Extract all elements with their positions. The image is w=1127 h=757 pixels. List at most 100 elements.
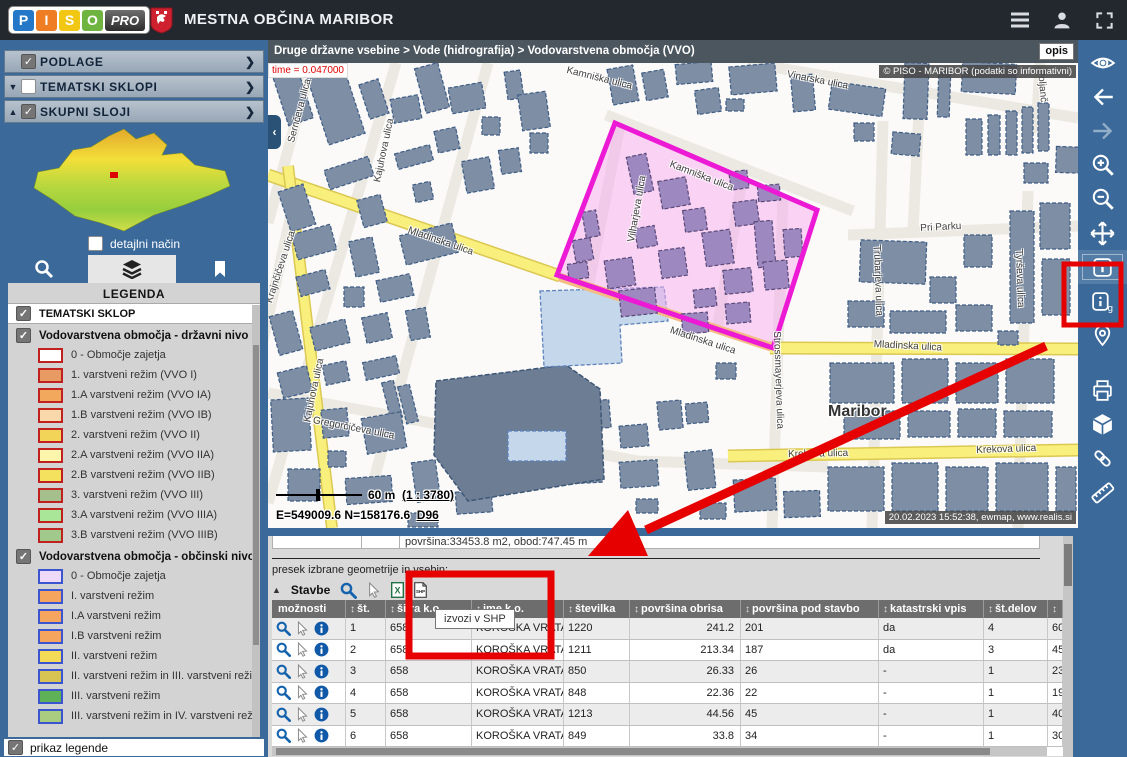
col-st[interactable]: ↕št. — [346, 600, 386, 618]
scale-ratio[interactable]: (1 : 3780) — [402, 488, 454, 502]
cell-povrsina-pod-stavbo: 201 — [741, 618, 879, 639]
show-legend-checkbox[interactable] — [8, 740, 23, 755]
zoom-out-icon[interactable] — [1078, 182, 1127, 216]
fullscreen-icon[interactable] — [1093, 9, 1115, 31]
expander-icon[interactable]: ▼ — [5, 82, 21, 92]
location-pin-icon[interactable] — [1078, 318, 1127, 352]
group-select-icon[interactable] — [367, 582, 381, 598]
group-zoom-icon[interactable] — [340, 582, 357, 599]
sidebar-collapse-button[interactable]: ‹ — [268, 115, 281, 149]
skupni-checkbox[interactable] — [21, 104, 36, 119]
tematski-checkbox[interactable] — [21, 79, 36, 94]
logo-letter: I — [36, 10, 57, 31]
row-zoom-icon[interactable] — [276, 685, 291, 700]
zoom-in-icon[interactable] — [1078, 148, 1127, 182]
export-xls-icon[interactable]: X — [391, 582, 404, 598]
table-header-row: možnosti ↕št. ↕šifra k.o. ↕ime k.o. ↕šte… — [272, 600, 1063, 618]
row-zoom-icon[interactable] — [276, 621, 291, 636]
logo-letter: P — [13, 10, 34, 31]
legend-item-label: II. varstveni režim — [71, 650, 157, 662]
user-icon[interactable] — [1051, 9, 1073, 31]
row-zoom-icon[interactable] — [276, 728, 291, 743]
row-zoom-icon[interactable] — [276, 664, 291, 679]
accordion-label: PODLAGE — [40, 55, 245, 69]
row-info-icon[interactable] — [314, 685, 329, 700]
scale-bar: 60 m (1 : 3780) — [276, 488, 454, 502]
opis-button[interactable]: opis — [1039, 43, 1074, 60]
map-canvas[interactable]: Kamniška ulica Vinarska ulica Poljanč Se… — [268, 63, 1078, 528]
breadcrumb-text: Druge državne vsebine > Vode (hidrografi… — [274, 45, 695, 57]
col-povrsina-obrisa[interactable]: ↕površina obrisa — [630, 600, 741, 618]
col-moznosti[interactable]: možnosti — [272, 600, 346, 618]
horizontal-scrollbar[interactable] — [272, 747, 1063, 756]
tab-bookmarks[interactable] — [176, 255, 264, 283]
arrow-right-icon[interactable] — [1078, 114, 1127, 148]
cell-povrsina-pod-stavbo: 22 — [741, 683, 879, 704]
row-select-icon[interactable] — [296, 642, 309, 657]
accordion-tematski-sklopi[interactable]: ▼ TEMATSKI SKLOPI ❯ — [4, 75, 264, 98]
legend-item-label: 0 - Območje zajetja — [71, 349, 166, 361]
row-select-icon[interactable] — [296, 664, 309, 679]
arrow-left-icon[interactable] — [1078, 80, 1127, 114]
row-select-icon[interactable] — [296, 621, 309, 636]
podlage-checkbox[interactable] — [21, 54, 36, 69]
row-info-icon[interactable] — [314, 664, 329, 679]
cell-stevilka: 850 — [564, 661, 630, 682]
row-actions — [272, 661, 346, 682]
legend-item-label: 0 - Območje zajetja — [71, 570, 166, 582]
cube-3d-icon[interactable] — [1078, 407, 1127, 441]
tab-search[interactable] — [0, 255, 88, 283]
legend-group-label: Vodovarstvena območja - občinski nivo — [39, 551, 255, 563]
pan-icon[interactable] — [1078, 216, 1127, 250]
export-shp-icon[interactable]: SHP — [414, 582, 427, 598]
col-partial[interactable]: ↕ — [1048, 600, 1063, 618]
legend-title: LEGENDA — [8, 283, 260, 303]
accordion-podlage[interactable]: PODLAGE ❯ — [4, 50, 264, 73]
row-info-icon[interactable] — [314, 728, 329, 743]
piso-logo[interactable]: P I S O PRO — [8, 6, 150, 34]
vertical-scrollbar[interactable] — [1063, 536, 1073, 757]
tab-layers[interactable] — [88, 255, 176, 283]
row-zoom-icon[interactable] — [276, 642, 291, 657]
cell-stevilka: 848 — [564, 683, 630, 704]
cell-st-delov: 1 — [984, 704, 1048, 725]
group-checkbox[interactable] — [16, 549, 31, 564]
show-legend-row: prikaz legende — [4, 739, 264, 756]
row-select-icon[interactable] — [296, 707, 309, 722]
identify-geometry-icon[interactable]: g — [1078, 284, 1127, 318]
expander-icon[interactable]: ▲ — [5, 107, 21, 117]
result-group-title: Stavbe — [291, 583, 330, 597]
ruler-icon[interactable] — [1078, 475, 1127, 509]
row-info-icon[interactable] — [314, 642, 329, 657]
tematski-sklop-checkbox[interactable] — [16, 306, 31, 321]
col-stevilka[interactable]: ↕številka — [564, 600, 630, 618]
chevron-right-icon: ❯ — [245, 105, 255, 119]
collapse-triangle-icon[interactable]: ▲ — [272, 585, 281, 595]
legend-swatch — [38, 448, 63, 463]
row-info-icon[interactable] — [314, 707, 329, 722]
col-katastrski-vpis[interactable]: ↕katastrski vpis — [879, 600, 984, 618]
overview-location-marker — [110, 172, 118, 178]
col-st-delov[interactable]: ↕št.delov — [984, 600, 1048, 618]
overview-map[interactable] — [24, 128, 244, 233]
group-checkbox[interactable] — [16, 328, 31, 343]
cell-povrsina-pod-stavbo: 45 — [741, 704, 879, 725]
cell-st-delov: 1 — [984, 726, 1048, 747]
row-select-icon[interactable] — [296, 685, 309, 700]
detail-mode-checkbox[interactable] — [88, 236, 103, 251]
legend-scrollbar[interactable] — [252, 305, 260, 737]
col-povrsina-pod-stavbo[interactable]: ↕površina pod stavbo — [741, 600, 879, 618]
eye-icon[interactable] — [1078, 46, 1127, 80]
divider — [272, 558, 1040, 559]
row-info-icon[interactable] — [314, 621, 329, 636]
row-select-icon[interactable] — [296, 728, 309, 743]
row-zoom-icon[interactable] — [276, 707, 291, 722]
accordion-skupni-sloji[interactable]: ▲ SKUPNI SLOJI ❯ — [4, 100, 264, 123]
print-icon[interactable] — [1078, 373, 1127, 407]
datum-label[interactable]: D96 — [417, 508, 439, 522]
legend-swatch — [38, 609, 63, 624]
menu-icon[interactable] — [1009, 9, 1031, 31]
link-icon[interactable] — [1078, 441, 1127, 475]
legend-group-label: Vodovarstvena območja - državni nivo — [39, 330, 248, 342]
identify-icon[interactable] — [1078, 250, 1127, 284]
